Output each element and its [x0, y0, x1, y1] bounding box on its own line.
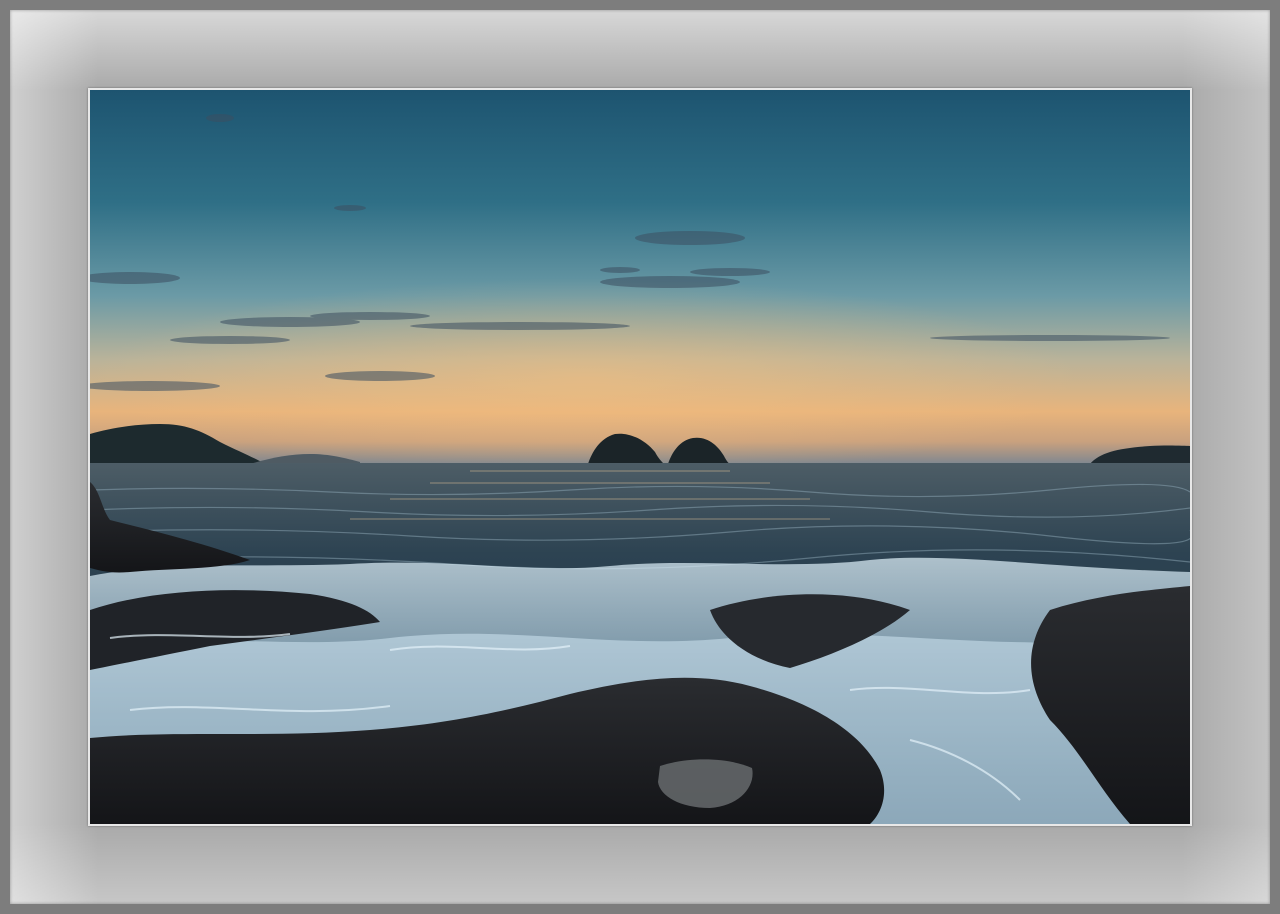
sunset-glow — [90, 240, 1190, 464]
photo-border — [88, 88, 1192, 826]
seascape-photo — [90, 90, 1190, 824]
